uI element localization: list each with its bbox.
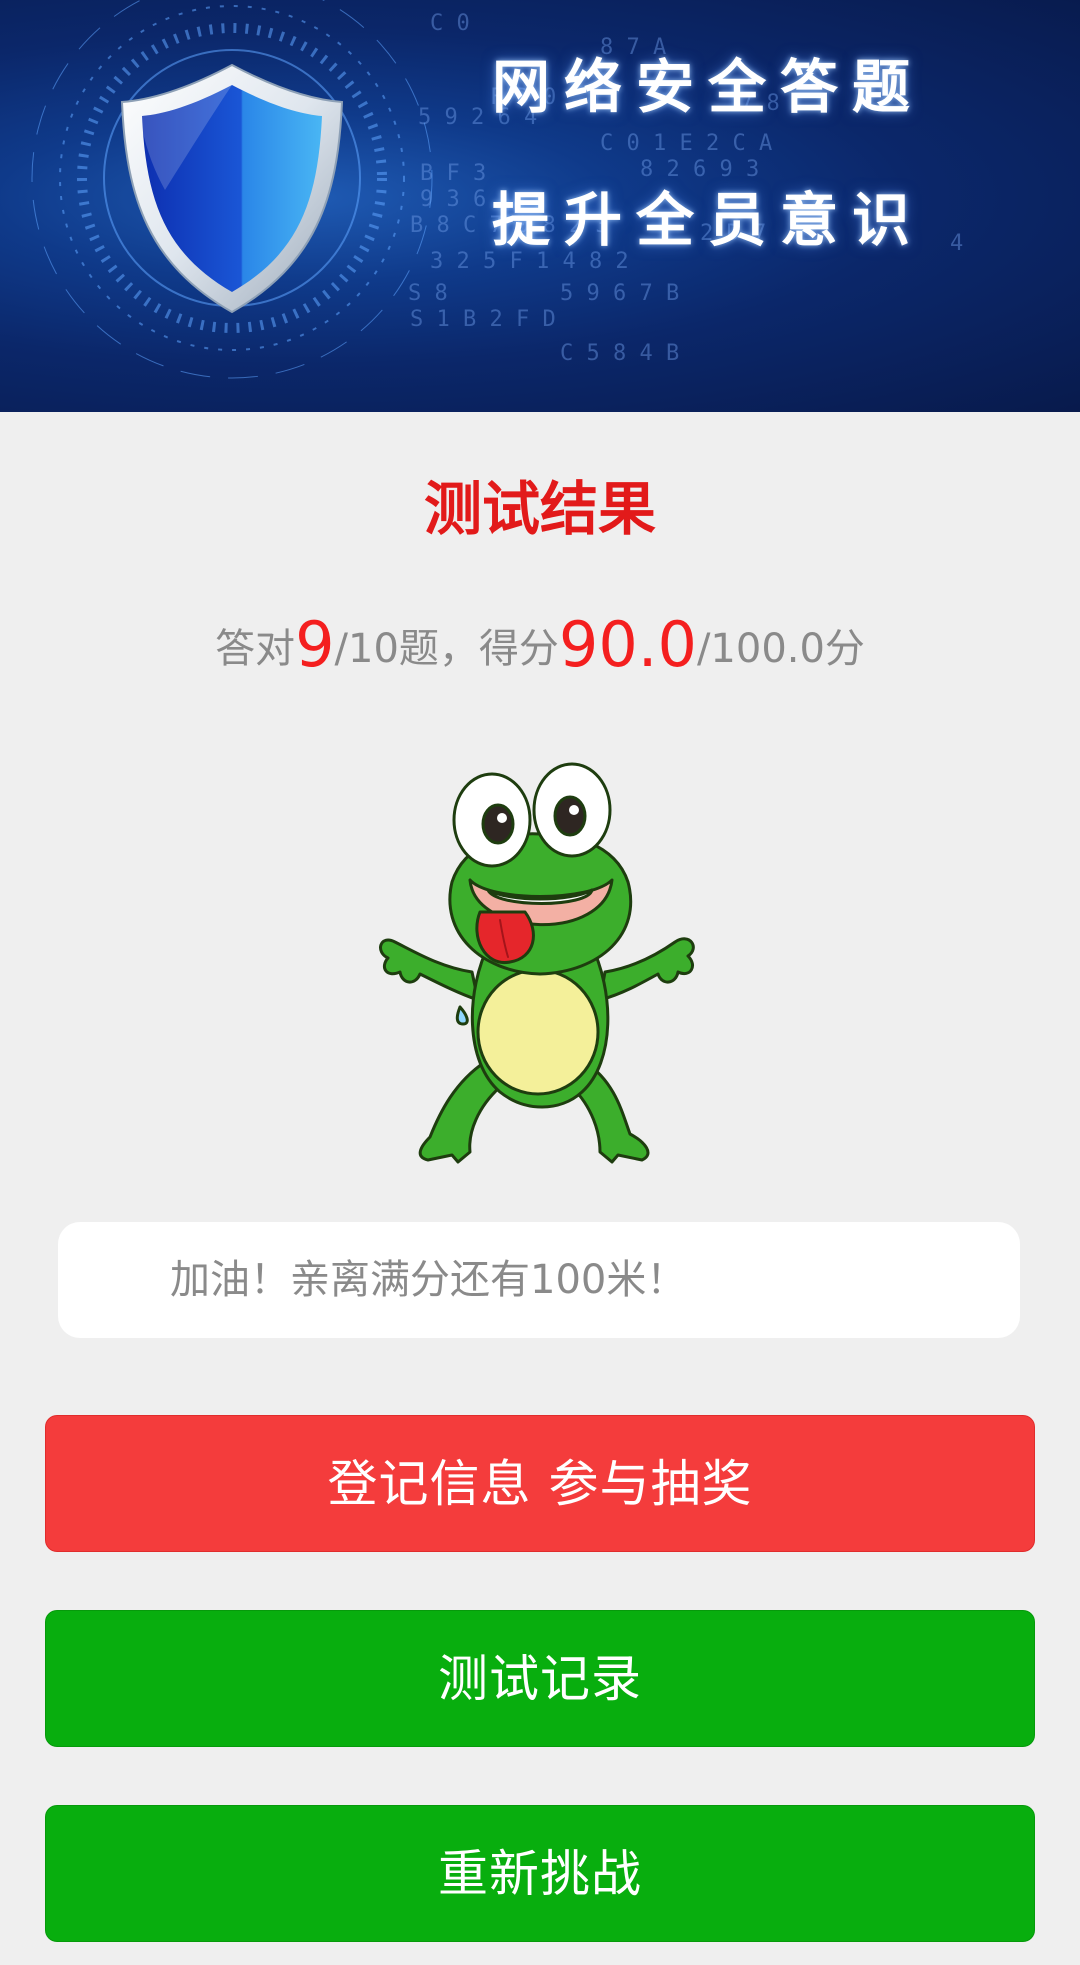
correct-prefix: 答对 — [215, 626, 296, 672]
banner-title-line-2: 提升全员意识 — [492, 186, 925, 254]
correct-count: 9 — [295, 608, 335, 681]
encouragement-message: 加油！亲离满分还有100米！ — [58, 1222, 1020, 1338]
result-title: 测试结果 — [423, 475, 656, 543]
banner: C 0 5 9 2 6 4 F D 0 C 0 1 E 2 C A 8 2 6 … — [0, 0, 1080, 412]
svg-text:S 1 B 2 F D: S 1 B 2 F D — [410, 307, 556, 332]
banner-title-line-1: 网络安全答题 — [492, 53, 925, 121]
question-total: /10题，得分 — [334, 626, 559, 672]
frog-illustration — [379, 762, 695, 1164]
svg-text:4: 4 — [950, 231, 963, 256]
svg-text:9 3 6: 9 3 6 — [420, 187, 486, 212]
score-total: /100.0分 — [696, 626, 865, 672]
frog-mascot-icon — [360, 762, 720, 1176]
svg-text:C 5 8 4 B: C 5 8 4 B — [560, 341, 679, 366]
register-lottery-button[interactable]: 登记信息 参与抽奖 — [45, 1415, 1035, 1552]
score-summary: 答对9/10题，得分90.0/100.0分 — [0, 608, 1080, 681]
test-records-button[interactable]: 测试记录 — [45, 1610, 1035, 1747]
svg-text:C 0: C 0 — [430, 11, 470, 36]
svg-text:S 8: S 8 — [408, 281, 448, 306]
score-value: 90.0 — [558, 608, 697, 681]
svg-text:B F 3: B F 3 — [420, 161, 486, 186]
retry-challenge-button[interactable]: 重新挑战 — [45, 1805, 1035, 1942]
svg-text:5 9 6 7 B: 5 9 6 7 B — [560, 281, 679, 306]
svg-text:C 0 1 E 2 C A: C 0 1 E 2 C A — [600, 131, 772, 156]
